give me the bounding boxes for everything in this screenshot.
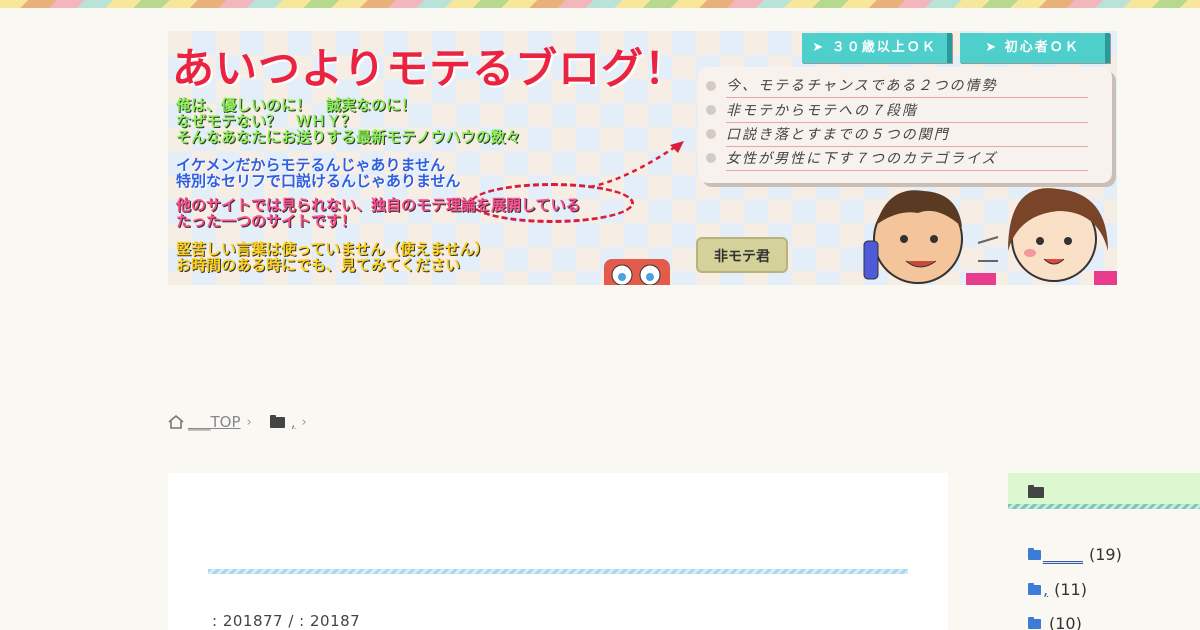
breadcrumb-category-link[interactable]: , — [291, 413, 296, 431]
folder-icon — [1028, 582, 1041, 595]
site-title: あいつよりモテるブログ！ — [172, 44, 688, 93]
breadcrumb: ___TOP › , › — [168, 413, 317, 431]
category-link[interactable]: , — [1043, 580, 1048, 599]
folder-icon — [1028, 485, 1044, 498]
over-30-ok-button[interactable]: ➤ ３０歳以上ＯＫ — [802, 33, 952, 63]
category-count: (10) — [1049, 614, 1082, 630]
category-count: (11) — [1054, 580, 1087, 599]
post-date-meta: : 201877 / : 20187 — [212, 612, 361, 630]
ring-hole-icon — [706, 105, 716, 115]
chevron-right-icon: › — [301, 414, 307, 430]
ring-hole-icon — [706, 153, 716, 163]
ring-hole-icon — [706, 81, 716, 91]
note-item: 今、モテるチャンスである２つの情勢 — [726, 75, 1088, 98]
sidebar-category-item[interactable]: _____ (19) — [1028, 545, 1122, 564]
title-underline-stripe — [208, 569, 908, 574]
home-icon — [168, 415, 184, 429]
banner-blue-text: イケメンだからモテるんじゃありません 特別なセリフで口説けるんじゃありません — [176, 156, 461, 190]
sidebar-categories: _____ (19) , (11) (10) — [1008, 473, 1200, 630]
folder-icon — [269, 414, 285, 428]
non-popular-tag: 非モテ君 — [696, 237, 788, 273]
top-decorative-stripe — [0, 0, 1200, 8]
article-card: : 201877 / : 20187 — [168, 473, 948, 630]
folder-icon — [1028, 547, 1041, 560]
category-link[interactable]: _____ — [1043, 545, 1083, 564]
banner-green-text: 俺は、優しいのに！ 誠実なのに！ なぜモテない？ ＷＨＹ？ そんなあなたにお送り… — [176, 96, 521, 146]
couple-illustration-icon — [863, 188, 1117, 285]
ring-hole-icon — [706, 129, 716, 139]
banner-yellow-text: 堅苦しい言葉は使っていません（使えません） お時間のある時にでも、見てみてくださ… — [176, 240, 490, 274]
category-count: (19) — [1089, 545, 1122, 564]
chevron-right-icon: › — [246, 414, 252, 430]
banner-pink-text: 他のサイトでは見られない、独自のモテ理論を展開している たった一つのサイトです！ — [176, 196, 581, 230]
sidebar-header — [1008, 473, 1200, 509]
note-item: 女性が男性に下す７つのカテゴライズ — [726, 148, 1088, 171]
folder-icon — [1028, 616, 1041, 629]
header-banner[interactable]: あいつよりモテるブログ！ ➤ ３０歳以上ＯＫ ➤ 初心者ＯＫ 俺は、優しいのに！… — [168, 31, 1117, 285]
breadcrumb-home-link[interactable]: ___TOP — [188, 413, 241, 431]
notepad-panel: 今、モテるチャンスである２つの情勢 非モテからモテへの７段階 口説き落とすまでの… — [698, 67, 1112, 183]
sidebar-category-item[interactable]: (10) — [1028, 614, 1082, 630]
beginner-ok-button[interactable]: ➤ 初心者ＯＫ — [960, 33, 1110, 63]
note-item: 非モテからモテへの７段階 — [726, 100, 1088, 123]
dashed-arrow-icon — [589, 141, 684, 189]
sidebar-category-item[interactable]: , (11) — [1028, 580, 1087, 599]
crying-character-icon — [604, 259, 670, 285]
note-item: 口説き落とすまでの５つの関門 — [726, 124, 1088, 147]
